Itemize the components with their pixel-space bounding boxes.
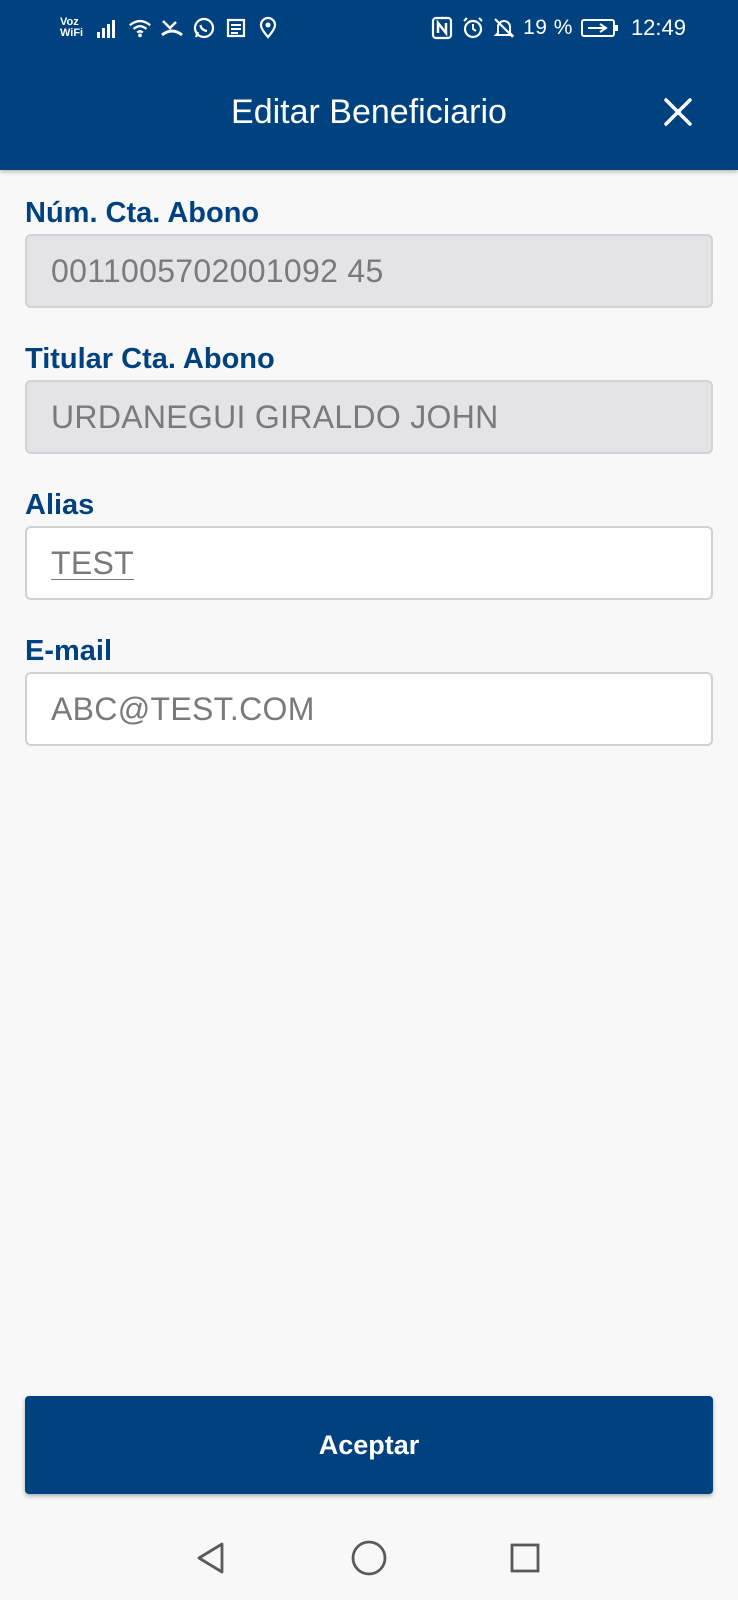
clock-time: 12:49 [630, 15, 686, 40]
account-holder-label: Titular Cta. Abono [25, 343, 275, 375]
app-bar: Editar Beneficiario [0, 56, 738, 170]
wifi-icon [128, 16, 152, 40]
voz-wifi-indicator: Voz WiFi [60, 17, 88, 39]
wifi-label: WiFi [60, 27, 84, 39]
account-number-value: 0011005702001092 45 [51, 252, 384, 289]
mute-icon [492, 16, 516, 40]
status-left-icons: Voz WiFi [60, 12, 280, 44]
system-navigation-bar [0, 1516, 738, 1600]
accept-button[interactable]: Aceptar [25, 1396, 713, 1494]
nav-back-button[interactable] [187, 1534, 235, 1582]
status-bar: Voz WiFi 19 % 12:49 [0, 0, 738, 56]
nav-recents-button[interactable] [501, 1534, 549, 1582]
alias-input[interactable] [51, 544, 687, 582]
missed-call-icon [160, 16, 184, 40]
back-triangle-icon [197, 1542, 224, 1574]
screen: Voz WiFi 19 % 12:49 Editar Beneficiario … [0, 0, 738, 1600]
battery-percent: 19 % [523, 16, 573, 39]
nav-home-button[interactable] [345, 1534, 393, 1582]
email-label: E-mail [25, 635, 113, 667]
email-input[interactable] [51, 690, 687, 728]
close-button[interactable] [656, 90, 700, 134]
battery-charging-icon [580, 16, 620, 40]
account-number-field: 0011005702001092 45 [25, 234, 713, 308]
beneficiary-form: Núm. Cta. Abono 0011005702001092 45 Titu… [25, 196, 713, 746]
account-number-label: Núm. Cta. Abono [25, 197, 260, 229]
account-holder-value: URDANEGUI GIRALDO JOHN [51, 398, 499, 435]
close-icon [664, 98, 692, 126]
recents-square-icon [510, 1543, 540, 1573]
status-right-icons: 19 % 12:49 [430, 12, 686, 44]
news-icon [224, 16, 248, 40]
email-field-box[interactable] [25, 672, 713, 746]
account-holder-field: URDANEGUI GIRALDO JOHN [25, 380, 713, 454]
signal-icon [96, 16, 120, 40]
whatsapp-icon [192, 16, 216, 40]
alias-field-box[interactable] [25, 526, 713, 600]
alias-label: Alias [25, 489, 95, 521]
alarm-icon [461, 16, 485, 40]
home-circle-icon [351, 1540, 387, 1576]
page-title: Editar Beneficiario [231, 93, 507, 131]
location-icon [256, 16, 280, 40]
nfc-icon [430, 16, 454, 40]
